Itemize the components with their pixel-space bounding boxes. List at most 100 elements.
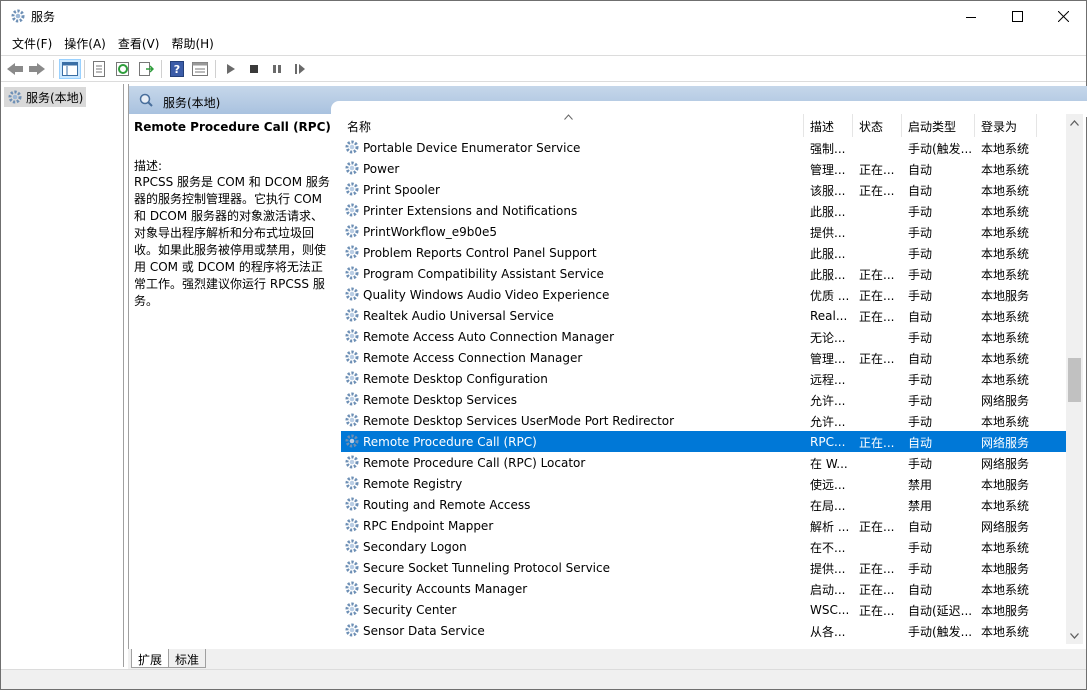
column-description[interactable]: 描述 xyxy=(804,114,853,137)
service-row[interactable]: Security Center WSC... 正在... 自动(延迟... 本地服务 xyxy=(341,599,1066,620)
service-description: 管理... xyxy=(810,351,846,366)
menu-help[interactable]: 帮助(H) xyxy=(166,32,220,54)
stop-service-icon[interactable] xyxy=(243,59,265,79)
service-status: 正在... xyxy=(859,351,895,366)
service-row[interactable]: Secondary Logon 在不... 手动 本地系统 xyxy=(341,536,1066,557)
service-startup-type: 自动 xyxy=(908,162,933,177)
service-status xyxy=(853,462,902,463)
pause-service-icon[interactable] xyxy=(266,59,288,79)
service-startup-type: 手动 xyxy=(908,540,933,555)
export-list-icon[interactable] xyxy=(135,59,157,79)
start-service-icon[interactable] xyxy=(220,59,242,79)
service-row[interactable]: PrintWorkflow_e9b0e5 提供... 手动 本地系统 xyxy=(341,221,1066,242)
service-gear-icon xyxy=(344,622,360,641)
service-row[interactable]: Quality Windows Audio Video Experience 优质… xyxy=(341,284,1066,305)
service-row[interactable]: Remote Procedure Call (RPC) Locator 在 W..… xyxy=(341,452,1066,473)
service-row[interactable]: Printer Extensions and Notifications 此服..… xyxy=(341,200,1066,221)
service-row[interactable]: Remote Desktop Configuration 远程... 手动 本地系统 xyxy=(341,368,1066,389)
service-status: 正在... xyxy=(859,561,895,576)
service-row[interactable]: Program Compatibility Assistant Service 此… xyxy=(341,263,1066,284)
service-row[interactable]: Portable Device Enumerator Service 强制... 手… xyxy=(341,137,1066,158)
service-row[interactable]: Remote Desktop Services UserMode Port Re… xyxy=(341,410,1066,431)
service-startup-type: 自动 xyxy=(908,183,933,198)
restart-service-icon[interactable] xyxy=(289,59,311,79)
service-name: Routing and Remote Access xyxy=(363,498,531,512)
tab-standard[interactable]: 标准 xyxy=(168,649,207,668)
close-button[interactable] xyxy=(1040,1,1086,32)
service-startup-type: 手动(触发... xyxy=(908,141,973,156)
service-description: WSC... xyxy=(810,603,850,617)
column-startup-type[interactable]: 启动类型 xyxy=(902,114,975,137)
service-status: 正在... xyxy=(859,267,895,282)
tab-extended[interactable]: 扩展 xyxy=(131,649,170,668)
service-startup-type: 自动 xyxy=(908,351,933,366)
service-description: 使远... xyxy=(810,477,846,492)
service-startup-type: 手动 xyxy=(908,330,933,345)
service-row[interactable]: Problem Reports Control Panel Support 此服.… xyxy=(341,242,1066,263)
service-gear-icon xyxy=(344,202,360,221)
service-log-on-as: 本地服务 xyxy=(981,477,1030,492)
menu-file[interactable]: 文件(F) xyxy=(1,32,59,54)
service-log-on-as: 本地系统 xyxy=(981,582,1030,597)
service-row[interactable]: Routing and Remote Access 在局... 禁用 本地系统 xyxy=(341,494,1066,515)
service-row[interactable]: Remote Registry 使远... 禁用 本地服务 xyxy=(341,473,1066,494)
properties-icon[interactable] xyxy=(88,59,110,79)
help-icon[interactable]: ? xyxy=(166,59,188,79)
service-log-on-as: 本地系统 xyxy=(981,351,1030,366)
service-row[interactable]: Print Spooler 该服... 正在... 自动 本地系统 xyxy=(341,179,1066,200)
service-log-on-as: 本地系统 xyxy=(981,330,1030,345)
service-description: 管理... xyxy=(810,162,846,177)
service-log-on-as: 本地系统 xyxy=(981,204,1030,219)
column-log-on-as[interactable]: 登录为 xyxy=(975,114,1037,137)
toolbar: ? xyxy=(1,55,1086,82)
back-icon[interactable] xyxy=(4,59,26,79)
show-hide-console-tree-icon[interactable] xyxy=(59,59,81,79)
minimize-button[interactable] xyxy=(948,1,994,32)
maximize-button[interactable] xyxy=(994,1,1040,32)
menu-view[interactable]: 查看(V) xyxy=(113,32,167,54)
service-name: Remote Desktop Services xyxy=(363,393,518,407)
service-log-on-as: 网络服务 xyxy=(981,519,1030,534)
service-row[interactable]: Realtek Audio Universal Service Real... 正在… xyxy=(341,305,1066,326)
service-row[interactable]: Sensor Data Service 从各... 手动(触发... 本地系统 xyxy=(341,620,1066,641)
service-log-on-as: 网络服务 xyxy=(981,393,1030,408)
service-log-on-as: 本地系统 xyxy=(981,498,1030,513)
service-startup-type: 手动 xyxy=(908,288,933,303)
menu-action[interactable]: 操作(A) xyxy=(59,32,113,54)
scroll-thumb[interactable] xyxy=(1068,358,1081,402)
tree-item-services-local[interactable]: 服务(本地) xyxy=(4,87,87,107)
service-log-on-as: 本地服务 xyxy=(981,603,1030,618)
service-status: 正在... xyxy=(859,162,895,177)
service-name: Sensor Data Service xyxy=(363,624,485,638)
service-startup-type: 自动 xyxy=(908,582,933,597)
service-description: 在局... xyxy=(810,498,846,513)
service-description: 允许... xyxy=(810,414,846,429)
svg-text:?: ? xyxy=(174,63,180,76)
service-name: Secondary Logon xyxy=(363,540,467,554)
service-log-on-as: 本地系统 xyxy=(981,414,1030,429)
service-startup-type: 手动 xyxy=(908,225,933,240)
forward-icon[interactable] xyxy=(26,59,48,79)
service-gear-icon xyxy=(344,559,360,578)
service-row[interactable]: Remote Desktop Services 允许... 手动 网络服务 xyxy=(341,389,1066,410)
scroll-down-icon[interactable] xyxy=(1066,627,1083,644)
service-row[interactable]: Remote Access Connection Manager 管理... 正在.… xyxy=(341,347,1066,368)
service-row[interactable]: Power 管理... 正在... 自动 本地系统 xyxy=(341,158,1066,179)
service-name: PrintWorkflow_e9b0e5 xyxy=(363,225,497,239)
view-pane-icon[interactable] xyxy=(189,59,211,79)
refresh-icon[interactable] xyxy=(112,59,134,79)
column-name[interactable]: 名称 xyxy=(341,114,804,137)
service-gear-icon xyxy=(344,370,360,389)
service-row[interactable]: Security Accounts Manager 启动... 正在... 自动 本地系… xyxy=(341,578,1066,599)
service-row[interactable]: RPC Endpoint Mapper 解析 ... 正在... 自动 网络服务 xyxy=(341,515,1066,536)
service-row[interactable]: Remote Access Auto Connection Manager 无论.… xyxy=(341,326,1066,347)
column-status[interactable]: 状态 xyxy=(853,114,902,137)
service-row[interactable]: Remote Procedure Call (RPC) RPC... 正在... 自动… xyxy=(341,431,1066,452)
scroll-up-icon[interactable] xyxy=(1066,114,1083,131)
service-name: Remote Access Auto Connection Manager xyxy=(363,330,614,344)
service-gear-icon xyxy=(344,580,360,599)
service-row[interactable]: Secure Socket Tunneling Protocol Service… xyxy=(341,557,1066,578)
service-status: 正在... xyxy=(859,582,895,597)
vertical-scrollbar[interactable] xyxy=(1066,114,1083,644)
service-status: 正在... xyxy=(859,519,895,534)
